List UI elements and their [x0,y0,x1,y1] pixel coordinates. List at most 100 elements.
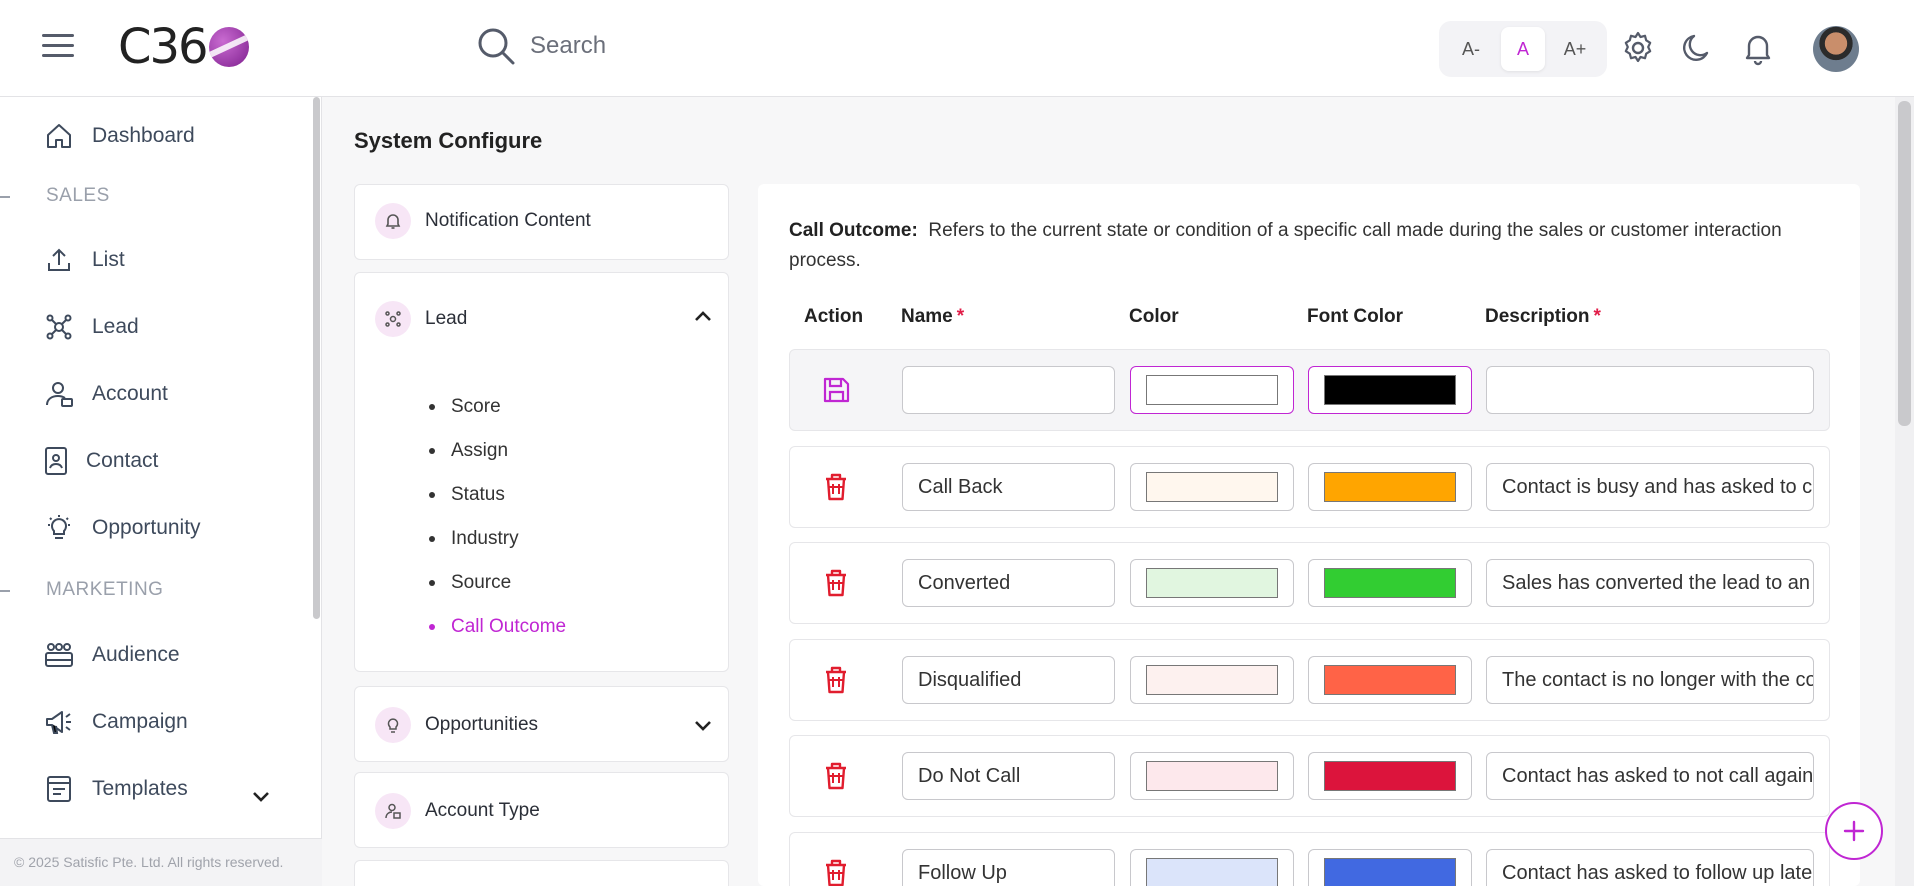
sidebar-item-label: Account [92,382,168,405]
new-row [789,349,1830,431]
trash-icon[interactable] [818,662,854,698]
submenu-item-industry[interactable]: Industry [431,517,566,561]
upload-icon [48,248,70,271]
trash-icon[interactable] [818,469,854,505]
hamburger-menu-icon[interactable] [42,34,74,62]
font-decrease-button[interactable]: A- [1449,27,1493,71]
font-size-controls: A- A A+ [1439,21,1607,77]
config-item-label: Account Type [425,800,540,821]
audience-icon [45,643,73,667]
top-header: C36 A- A A+ [0,0,1914,97]
name-field[interactable]: Converted [902,559,1115,607]
sidebar-item-label: Campaign [92,710,188,733]
sidebar-item-contact[interactable]: Contact [44,446,158,476]
lead-submenu: Score Assign Status Industry Source Call… [431,385,566,649]
chevron-down-icon[interactable] [693,715,713,735]
trash-icon[interactable] [818,565,854,601]
chevron-down-icon[interactable] [250,785,272,807]
avatar[interactable] [1813,26,1859,72]
page-scrollbar[interactable] [1895,97,1914,886]
chevron-up-icon[interactable] [693,307,713,327]
lead-accordion-header[interactable]: Lead [375,301,467,337]
description-input[interactable] [1486,366,1814,414]
font-default-button[interactable]: A [1501,27,1545,71]
font-color-picker[interactable] [1308,463,1472,511]
color-picker[interactable] [1130,752,1294,800]
font-color-swatch [1324,472,1456,502]
logo-globe-icon [208,27,249,67]
table-row: Disqualified The contact is no longer wi… [789,639,1830,721]
color-picker[interactable] [1130,463,1294,511]
config-item-partial[interactable] [354,860,729,886]
name-field[interactable]: Call Back [902,463,1115,511]
description-field[interactable]: Contact has asked to follow up later [1486,849,1814,886]
font-color-picker[interactable] [1308,559,1472,607]
column-header-description: Description * [1485,306,1601,327]
color-picker[interactable] [1130,849,1294,886]
page-title: System Configure [354,128,543,153]
font-color-picker[interactable] [1308,849,1472,886]
sidebar: Dashboard SALES List Lead Account Contac… [0,97,322,886]
logo[interactable]: C36 [118,19,249,75]
column-header-color: Color [1129,306,1179,327]
trash-icon[interactable] [818,758,854,794]
sidebar-item-label: Audience [92,643,180,666]
font-color-picker[interactable] [1308,656,1472,704]
font-color-picker[interactable] [1308,752,1472,800]
lightbulb-icon [48,515,70,539]
config-item-notification[interactable]: Notification Content [354,184,729,260]
sidebar-item-list[interactable]: List [44,245,125,275]
sidebar-item-label: List [92,248,125,271]
description-field[interactable]: The contact is no longer with the compan… [1486,656,1814,704]
name-field[interactable]: Do Not Call [902,752,1115,800]
sidebar-item-audience[interactable]: Audience [44,640,180,670]
sidebar-item-label: Contact [86,449,159,472]
home-icon [47,124,71,148]
submenu-item-call-outcome[interactable]: Call Outcome [431,605,566,649]
font-color-swatch [1324,568,1456,598]
trash-icon[interactable] [818,855,854,886]
submenu-item-status[interactable]: Status [431,473,566,517]
name-field[interactable]: Follow Up [902,849,1115,886]
color-swatch [1146,761,1278,791]
account-icon [46,382,73,407]
font-increase-button[interactable]: A+ [1553,27,1597,71]
sidebar-item-opportunity[interactable]: Opportunity [44,513,201,543]
submenu-item-score[interactable]: Score [431,385,566,429]
sidebar-item-lead[interactable]: Lead [44,312,139,342]
sidebar-item-campaign[interactable]: Campaign [44,707,188,737]
search-icon [478,28,515,65]
description-field[interactable]: Contact is busy and has asked to call ba… [1486,463,1814,511]
description-field[interactable]: Contact has asked to not call again [1486,752,1814,800]
font-color-swatch [1324,858,1456,886]
moon-icon[interactable] [1680,30,1716,66]
name-field[interactable]: Disqualified [902,656,1115,704]
submenu-item-source[interactable]: Source [431,561,566,605]
gear-icon[interactable] [1620,30,1656,66]
color-picker[interactable] [1130,656,1294,704]
save-icon[interactable] [818,372,854,408]
sidebar-scrollbar[interactable] [313,97,320,619]
scrollbar-thumb[interactable] [1898,101,1911,426]
font-color-swatch [1324,761,1456,791]
table-row: Do Not Call Contact has asked to not cal… [789,735,1830,817]
config-item-account-type[interactable]: Account Type [354,772,729,848]
section-label-marketing: MARKETING [46,579,164,600]
name-input[interactable] [902,366,1115,414]
description-field[interactable]: Sales has converted the lead to an oppor… [1486,559,1814,607]
font-color-swatch [1324,375,1456,405]
panel-heading: Call Outcome: [789,220,918,241]
font-color-picker[interactable] [1308,366,1472,414]
add-button[interactable] [1825,802,1883,860]
sidebar-item-dashboard[interactable]: Dashboard [44,121,195,151]
sidebar-item-account[interactable]: Account [44,379,168,409]
sidebar-item-label: Dashboard [92,124,195,147]
color-picker[interactable] [1130,366,1294,414]
config-item-opportunities[interactable]: Opportunities [354,686,729,762]
table-row: Call Back Contact is busy and has asked … [789,446,1830,528]
sidebar-item-templates[interactable]: Templates [44,774,188,804]
bell-icon[interactable] [1740,30,1776,66]
search-input[interactable] [530,32,830,60]
color-picker[interactable] [1130,559,1294,607]
submenu-item-assign[interactable]: Assign [431,429,566,473]
